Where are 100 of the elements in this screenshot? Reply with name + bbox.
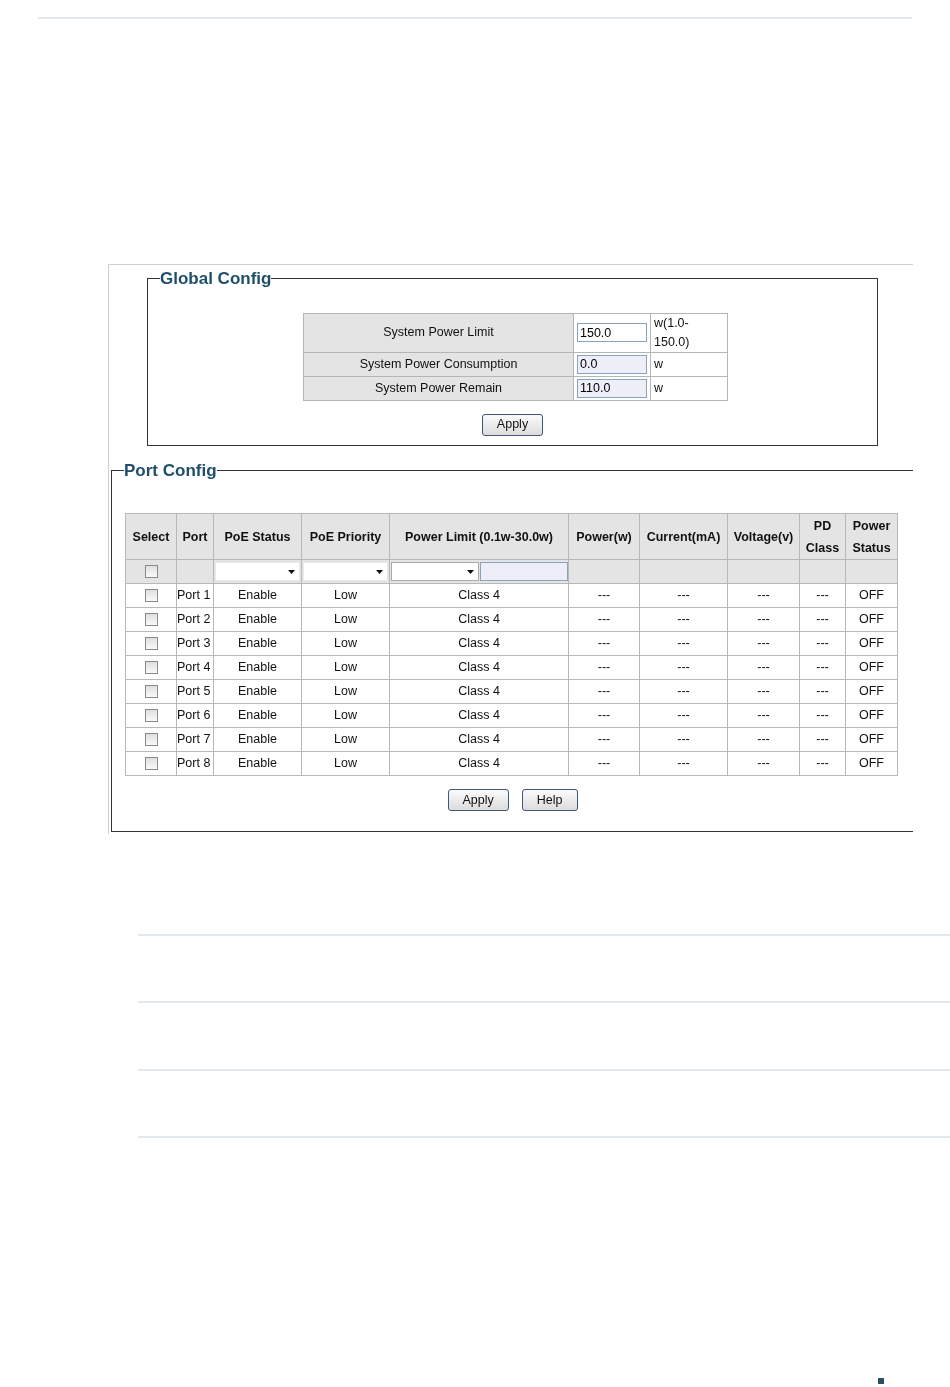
checkbox[interactable]: [144, 685, 158, 699]
column-header: PD Class: [799, 513, 846, 560]
table-cell: ---: [799, 631, 846, 656]
table-cell: ---: [639, 703, 728, 728]
table-cell: ---: [568, 727, 640, 752]
table-cell: ---: [799, 583, 846, 608]
table-cell: ---: [639, 607, 728, 632]
table-cell: Port 8: [176, 751, 214, 776]
input-field[interactable]: [480, 562, 568, 581]
table-cell: ---: [727, 679, 800, 704]
table-cell: OFF: [845, 679, 898, 704]
checkbox[interactable]: [144, 589, 158, 603]
table-cell: ---: [727, 655, 800, 680]
table-cell: Enable: [213, 727, 302, 752]
table-cell: Port 1: [176, 583, 214, 608]
table-cell: ---: [727, 583, 800, 608]
page-marker-icon: [878, 1378, 884, 1384]
table-cell: Class 4: [389, 751, 569, 776]
dropdown-field[interactable]: [391, 562, 479, 581]
help-button[interactable]: Help: [521, 789, 578, 811]
apply-button[interactable]: Apply: [481, 413, 544, 436]
field-label: System Power Limit: [303, 313, 574, 352]
table-cell: ---: [799, 727, 846, 752]
table-cell: ---: [639, 631, 728, 656]
input-field[interactable]: 150.0: [577, 323, 647, 343]
table-cell: OFF: [845, 631, 898, 656]
table-cell: ---: [568, 703, 640, 728]
table-cell: Class 4: [389, 583, 569, 608]
table-cell: Enable: [213, 679, 302, 704]
global-config-title: Global Config: [160, 270, 272, 287]
checkbox[interactable]: [144, 565, 158, 579]
port-config-title: Port Config: [124, 462, 217, 479]
table-cell: Port 5: [176, 679, 214, 704]
table-cell: ---: [727, 607, 800, 632]
table-cell: Class 4: [389, 727, 569, 752]
table-cell: Port 6: [176, 703, 214, 728]
table-cell: Port 4: [176, 655, 214, 680]
column-header: Power Status: [845, 513, 898, 560]
table-cell: Class 4: [389, 703, 569, 728]
checkbox[interactable]: [144, 661, 158, 675]
table-cell: ---: [568, 583, 640, 608]
table-cell: Low: [301, 607, 390, 632]
table-cell: ---: [568, 655, 640, 680]
table-cell: OFF: [845, 655, 898, 680]
checkbox[interactable]: [144, 733, 158, 747]
table-cell: Enable: [213, 631, 302, 656]
table-cell: Low: [301, 751, 390, 776]
table-cell: OFF: [845, 751, 898, 776]
table-cell: Enable: [213, 655, 302, 680]
table-cell: ---: [727, 751, 800, 776]
table-cell: Enable: [213, 583, 302, 608]
table-cell: ---: [727, 727, 800, 752]
table-cell: ---: [727, 631, 800, 656]
table-cell: Enable: [213, 607, 302, 632]
table-cell: Low: [301, 727, 390, 752]
table-cell: ---: [639, 751, 728, 776]
field-label: System Power Consumption: [303, 352, 574, 376]
table-cell: ---: [799, 607, 846, 632]
table-cell: ---: [639, 583, 728, 608]
table-cell: Class 4: [389, 607, 569, 632]
column-header: Select: [125, 513, 177, 560]
table-cell: OFF: [845, 703, 898, 728]
checkbox[interactable]: [144, 613, 158, 627]
table-cell: ---: [799, 655, 846, 680]
checkbox[interactable]: [144, 637, 158, 651]
table-cell: Enable: [213, 751, 302, 776]
input-field[interactable]: 110.0: [577, 378, 647, 398]
table-cell: Low: [301, 679, 390, 704]
checkbox[interactable]: [144, 757, 158, 771]
table-cell: ---: [799, 703, 846, 728]
table-cell: Port 3: [176, 631, 214, 656]
table-cell: ---: [568, 679, 640, 704]
table-cell: Class 4: [389, 631, 569, 656]
input-field[interactable]: 0.0: [577, 354, 647, 374]
table-cell: Port 7: [176, 727, 214, 752]
caret-icon: [376, 569, 383, 574]
table-cell: Low: [301, 583, 390, 608]
table-cell: ---: [568, 751, 640, 776]
table-cell: ---: [799, 751, 846, 776]
table-cell: Low: [301, 655, 390, 680]
column-header: Voltage(v): [727, 513, 800, 560]
caret-icon: [467, 569, 474, 574]
apply-button[interactable]: Apply: [447, 789, 509, 811]
column-header: Power Limit (0.1w-30.0w): [389, 513, 569, 560]
checkbox[interactable]: [144, 709, 158, 723]
table-cell: Enable: [213, 703, 302, 728]
column-header: Current(mA): [639, 513, 728, 560]
column-header: Power(w): [568, 513, 640, 560]
column-header: PoE Priority: [301, 513, 390, 560]
table-cell: ---: [639, 727, 728, 752]
table-cell: Class 4: [389, 655, 569, 680]
table-cell: ---: [568, 631, 640, 656]
table-cell: Port 2: [176, 607, 214, 632]
table-cell: Low: [301, 703, 390, 728]
field-label: System Power Remain: [303, 376, 574, 400]
unit-label: w: [650, 352, 728, 376]
table-cell: ---: [639, 679, 728, 704]
table-cell: Low: [301, 631, 390, 656]
table-cell: OFF: [845, 607, 898, 632]
column-header: PoE Status: [213, 513, 302, 560]
